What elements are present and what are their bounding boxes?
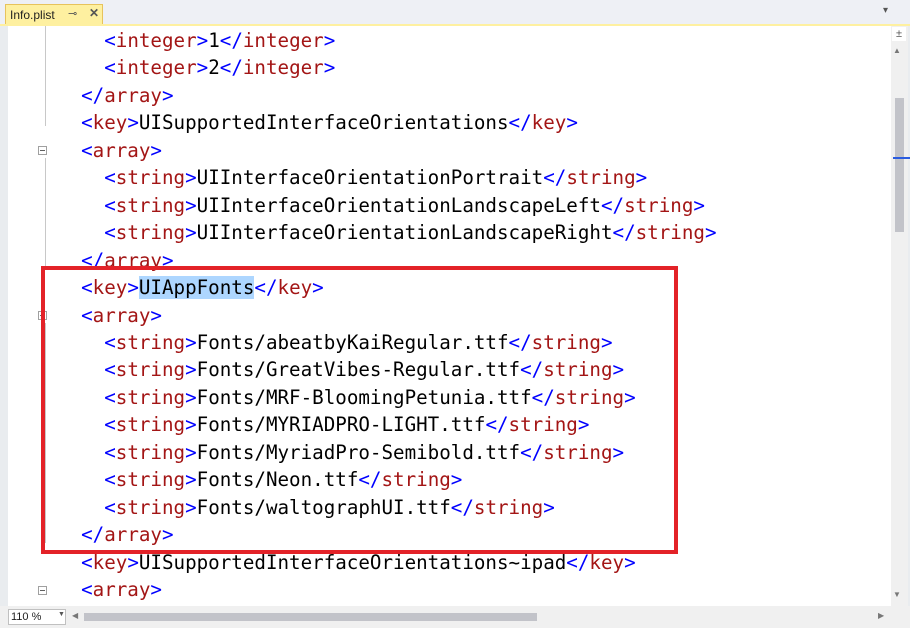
xml-bracket: > (161, 83, 174, 107)
code-line[interactable]: <string>UIInterfaceOrientationLandscapeL… (58, 192, 705, 219)
xml-bracket: </ (219, 29, 243, 52)
document-tab-bar (0, 0, 910, 26)
xml-bracket: > (185, 166, 197, 190)
tab-info-plist[interactable]: Info.plist ⊸ ✕ (5, 4, 103, 24)
xml-tag-name: integer (242, 56, 324, 80)
xml-bracket: </ (600, 193, 625, 217)
xml-bracket: > (185, 221, 197, 245)
fold-guide (45, 158, 46, 268)
caret-position-marker (893, 157, 910, 159)
xml-bracket: > (185, 193, 197, 217)
xml-bracket: < (58, 29, 116, 52)
xml-bracket: > (196, 29, 209, 52)
xml-tag-name: string (115, 193, 186, 217)
xml-text: UIInterfaceOrientationLandscapeRight (196, 221, 613, 245)
code-line[interactable]: <key>UISupportedInterfaceOrientations</k… (58, 109, 578, 136)
xml-bracket: > (566, 111, 578, 135)
xml-bracket: > (150, 578, 162, 601)
code-line[interactable]: <array> (58, 576, 162, 603)
zoom-dropdown-icon[interactable]: ▼ (58, 611, 65, 618)
xml-bracket: </ (508, 111, 532, 135)
xml-tag-name: string (566, 166, 636, 190)
xml-bracket: > (196, 56, 209, 80)
scroll-down-icon[interactable]: ▼ (893, 590, 901, 599)
xml-bracket: > (323, 29, 336, 52)
xml-bracket: < (58, 111, 93, 135)
code-line[interactable]: <integer>1</integer> (58, 27, 335, 54)
tab-dropdown-icon[interactable]: ▾ (883, 5, 897, 19)
xml-text: 2 (208, 56, 220, 80)
code-line[interactable]: <string>UIInterfaceOrientationLandscapeR… (58, 219, 717, 246)
horizontal-scroll-thumb[interactable] (84, 613, 537, 621)
xml-bracket: </ (543, 166, 567, 190)
callout-rectangle (41, 266, 678, 554)
xml-bracket: < (58, 193, 116, 217)
xml-bracket: > (150, 138, 162, 162)
xml-bracket: > (127, 111, 139, 135)
xml-bracket: < (58, 166, 116, 190)
xml-tag-name: key (92, 111, 128, 135)
xml-tag-name: integer (115, 29, 197, 52)
scroll-up-icon[interactable]: ▲ (893, 46, 901, 55)
xml-tag-name: integer (242, 29, 324, 52)
collapse-toggle[interactable] (38, 146, 47, 155)
xml-bracket: > (693, 193, 705, 217)
xml-bracket: < (58, 56, 116, 80)
xml-tag-name: key (531, 111, 567, 135)
tab-title: Info.plist (10, 8, 55, 22)
xml-bracket: </ (58, 83, 105, 107)
xml-text: UIInterfaceOrientationPortrait (196, 166, 544, 190)
xml-bracket: </ (612, 221, 636, 245)
pin-icon[interactable]: ⊸ (68, 7, 77, 20)
code-line[interactable]: </array> (58, 82, 174, 109)
close-icon[interactable]: ✕ (89, 6, 99, 20)
code-line[interactable]: <string>UIInterfaceOrientationPortrait</… (58, 164, 647, 191)
split-icon[interactable]: ± (892, 27, 906, 41)
xml-tag-name: string (635, 221, 705, 245)
xml-tag-name: array (92, 578, 151, 601)
xml-tag-name: array (104, 83, 162, 107)
xml-text: UIInterfaceOrientationLandscapeLeft (196, 193, 601, 217)
xml-bracket: > (635, 166, 648, 190)
xml-tag-name: string (624, 193, 694, 217)
collapse-toggle[interactable] (38, 586, 47, 595)
xml-text: 1 (208, 29, 220, 52)
vertical-scroll-thumb[interactable] (895, 98, 904, 232)
fold-guide (45, 26, 46, 126)
xml-bracket: > (323, 56, 336, 80)
xml-tag-name: string (115, 166, 186, 190)
xml-bracket: < (58, 138, 93, 162)
xml-tag-name: string (115, 221, 186, 245)
xml-tag-name: integer (115, 56, 197, 80)
code-line[interactable]: <integer>2</integer> (58, 54, 335, 81)
xml-bracket: > (704, 221, 717, 245)
scroll-right-icon[interactable]: ▶ (878, 611, 884, 620)
code-line[interactable]: <array> (58, 137, 162, 164)
xml-text: UISupportedInterfaceOrientations (138, 111, 509, 135)
xml-bracket: < (58, 578, 93, 601)
xml-bracket: </ (219, 56, 243, 80)
xml-tag-name: array (92, 138, 151, 162)
xml-bracket: < (58, 221, 116, 245)
scroll-left-icon[interactable]: ◀ (72, 611, 78, 620)
